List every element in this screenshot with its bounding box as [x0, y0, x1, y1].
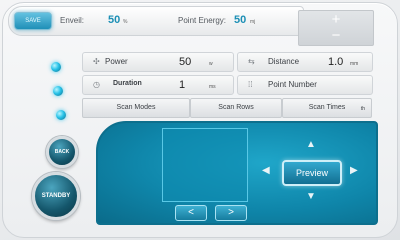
duration-label: Duration: [113, 80, 142, 87]
power-unit: w: [209, 61, 213, 67]
arrow-up-icon[interactable]: ▲: [306, 140, 316, 150]
point-energy-unit: mj: [250, 19, 256, 25]
next-button[interactable]: >: [215, 205, 247, 221]
decrease-button[interactable]: −: [299, 28, 373, 44]
adjust-stepper: + −: [298, 10, 374, 46]
duration-value: 1: [179, 79, 186, 91]
distance-unit: mm: [350, 61, 359, 67]
previous-button[interactable]: <: [175, 205, 207, 221]
grid-icon: ⁞⁞: [248, 80, 253, 89]
save-button[interactable]: SAVE: [14, 12, 52, 30]
distance-value: 1.0: [328, 56, 344, 68]
duration-unit: ms: [209, 84, 216, 90]
scan-rows-button[interactable]: Scan Rows: [190, 98, 282, 118]
arrow-left-icon[interactable]: ◀: [262, 166, 270, 176]
arrow-right-icon[interactable]: ▶: [350, 166, 358, 176]
increase-button[interactable]: +: [299, 12, 373, 28]
distance-field[interactable]: ⇆ Distance 1.0 mm: [237, 52, 373, 72]
status-led-3: [56, 110, 66, 120]
arrow-down-icon[interactable]: ▼: [306, 192, 316, 202]
distance-label: Distance: [268, 57, 300, 66]
point-energy-value: 50: [234, 14, 247, 26]
scan-times-unit: th: [360, 106, 365, 112]
scan-times-button[interactable]: Scan Times th: [282, 98, 372, 118]
power-icon: ✣: [93, 57, 100, 66]
point-energy-label: Point Energy:: [178, 16, 227, 25]
point-number-label: Point Number: [268, 80, 317, 89]
status-led-2: [53, 86, 63, 96]
enveil-unit: %: [123, 19, 128, 25]
scan-modes-button[interactable]: Scan Modes: [82, 98, 190, 118]
power-field[interactable]: ✣ Power 50 w: [82, 52, 234, 72]
scan-times-label: Scan Times: [308, 104, 346, 111]
status-led-1: [51, 62, 61, 72]
back-button[interactable]: BACK: [46, 136, 78, 168]
clock-icon: ◷: [93, 80, 100, 89]
duration-field[interactable]: ◷ Duration 1 ms: [82, 75, 234, 95]
preview-button[interactable]: Preview: [282, 160, 342, 186]
power-label: Power: [105, 57, 128, 66]
point-number-field[interactable]: ⁞⁞ Point Number: [237, 75, 373, 95]
enveil-label: Enveil:: [60, 16, 85, 25]
standby-button[interactable]: STANDBY: [32, 172, 80, 220]
distance-icon: ⇆: [248, 57, 255, 66]
enveil-value: 50: [108, 14, 121, 26]
top-status-bar: [8, 6, 304, 36]
preview-area: [162, 128, 248, 202]
power-value: 50: [179, 56, 192, 68]
